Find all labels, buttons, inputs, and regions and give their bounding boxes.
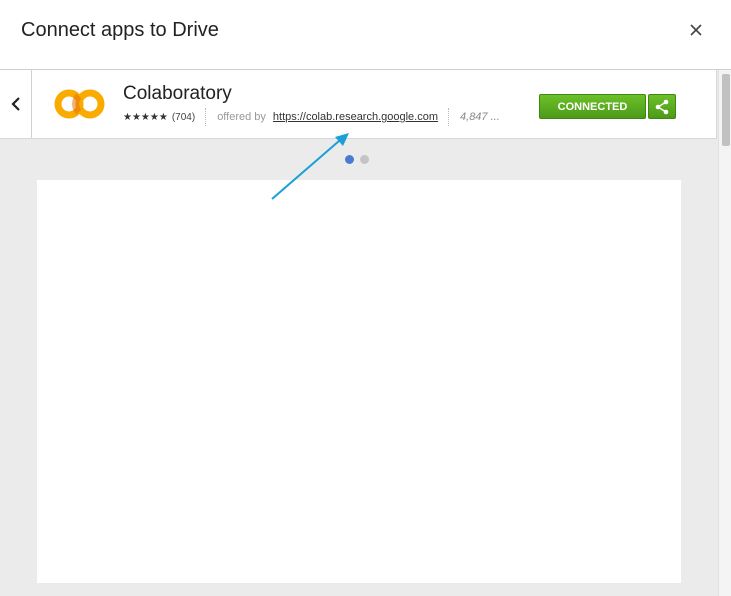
connected-button[interactable]: CONNECTED: [539, 94, 646, 119]
dialog-header: Connect apps to Drive: [0, 0, 731, 70]
scrollbar[interactable]: [718, 70, 731, 596]
scrollbar-thumb[interactable]: [722, 74, 730, 146]
screenshot-preview: [37, 180, 681, 583]
app-detail-bar: Colaboratory ★★★★★ (704) offered by http…: [0, 70, 717, 139]
user-count: 4,847 ...: [460, 111, 500, 123]
arrow-annotation-icon: [271, 133, 349, 200]
divider: [205, 108, 207, 126]
app-meta-row: ★★★★★ (704) offered by https://colab.res…: [123, 108, 500, 126]
dialog-title: Connect apps to Drive: [21, 19, 219, 41]
carousel-dot-2[interactable]: [360, 155, 369, 164]
colaboratory-logo: [54, 89, 105, 119]
developer-website-link[interactable]: https://colab.research.google.com: [273, 111, 438, 123]
close-button[interactable]: [683, 17, 709, 43]
offered-by-label: offered by: [217, 111, 266, 123]
app-name: Colaboratory: [123, 83, 232, 104]
back-button[interactable]: [0, 70, 32, 138]
rating-count: (704): [171, 111, 196, 123]
divider: [448, 108, 450, 126]
chevron-left-icon: [10, 97, 20, 111]
close-icon: [690, 24, 702, 36]
share-button[interactable]: [648, 94, 676, 119]
share-icon: [655, 99, 669, 114]
rating-stars: ★★★★★: [123, 111, 168, 123]
